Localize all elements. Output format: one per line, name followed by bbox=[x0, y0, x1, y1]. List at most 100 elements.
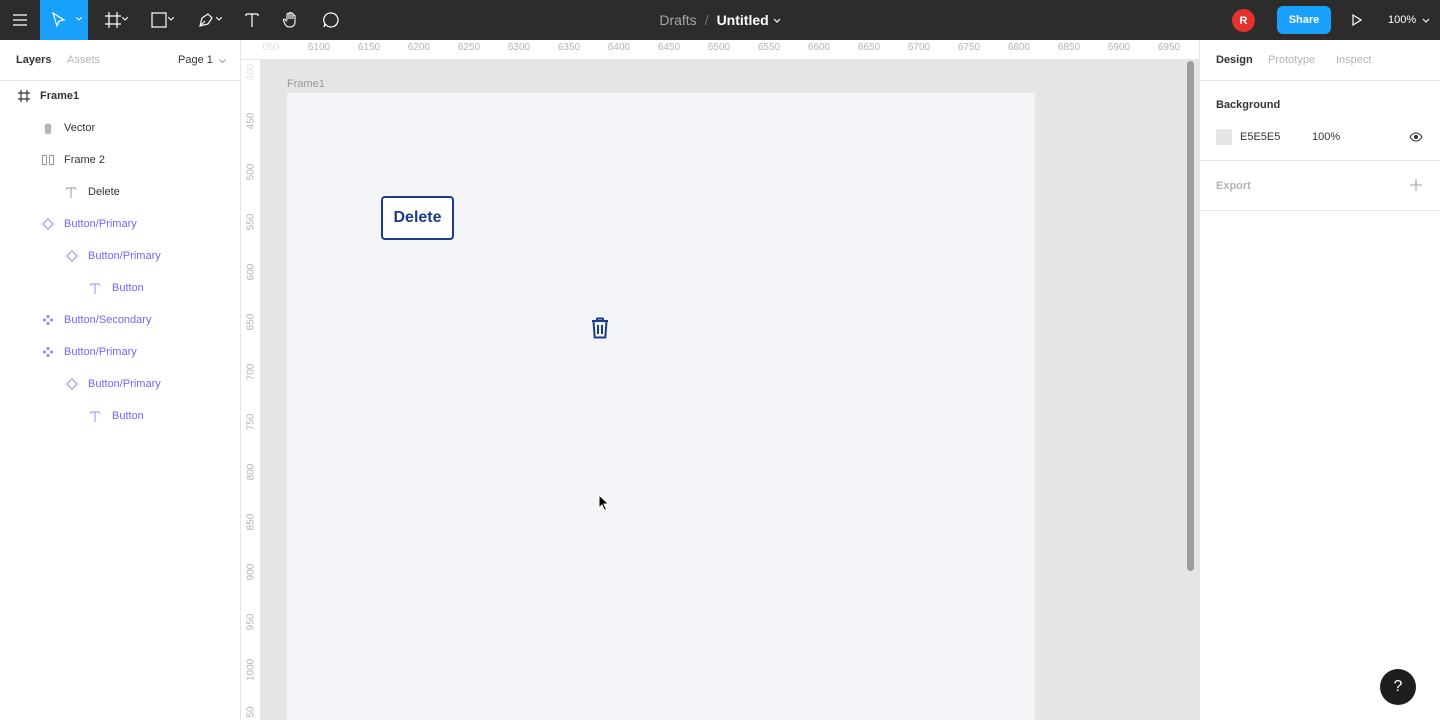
layer-name: Button/Secondary bbox=[64, 314, 152, 326]
ruler-tick: 950 bbox=[245, 613, 257, 631]
layer-name: Button bbox=[112, 282, 144, 294]
page-selector-label: Page 1 bbox=[178, 54, 213, 66]
left-panel-tabs: Layers Assets Page 1 bbox=[0, 40, 240, 81]
text-tool-icon bbox=[245, 13, 259, 27]
layer-row[interactable]: Vector bbox=[0, 112, 240, 144]
present-icon bbox=[1352, 14, 1362, 26]
ruler-tick: 700 bbox=[245, 363, 257, 381]
ruler-tick: 6800 bbox=[1007, 42, 1031, 53]
ruler-tick: 6100 bbox=[307, 42, 331, 53]
layer-row[interactable]: Button/Primary bbox=[0, 336, 240, 368]
layer-row[interactable]: Button/Secondary bbox=[0, 304, 240, 336]
ruler-tick: 6350 bbox=[557, 42, 581, 53]
background-opacity-field[interactable]: 100% bbox=[1312, 131, 1340, 143]
ruler-tick: 050 bbox=[262, 42, 280, 53]
move-tool-button[interactable] bbox=[40, 0, 88, 40]
auto-layout-icon bbox=[40, 152, 56, 168]
export-title: Export bbox=[1216, 180, 1251, 192]
file-name[interactable]: Untitled bbox=[717, 12, 769, 28]
rectangle-tool-button[interactable] bbox=[146, 0, 180, 40]
tab-inspect[interactable]: Inspect bbox=[1336, 54, 1371, 66]
comment-tool-button[interactable] bbox=[318, 0, 344, 40]
menu-icon bbox=[13, 14, 27, 26]
top-toolbar: Drafts / Untitled R Share 100% bbox=[0, 0, 1440, 40]
ruler-horizontal: 050 6100 6150 6200 6250 6300 6350 6400 6… bbox=[241, 40, 1199, 60]
ruler-tick: 50 bbox=[245, 706, 257, 718]
ruler-tick: 6450 bbox=[657, 42, 681, 53]
help-button[interactable]: ? bbox=[1380, 669, 1416, 705]
ruler-tick: 6200 bbox=[407, 42, 431, 53]
layer-row[interactable]: Button/Primary bbox=[0, 240, 240, 272]
ruler-tick: 600 bbox=[245, 263, 257, 281]
eye-icon[interactable] bbox=[1409, 130, 1423, 144]
avatar[interactable]: R bbox=[1232, 9, 1255, 32]
pen-tool-button[interactable] bbox=[192, 0, 228, 40]
frame-icon bbox=[16, 88, 32, 104]
background-color-swatch[interactable] bbox=[1216, 129, 1232, 145]
frame-tool-icon bbox=[105, 12, 121, 28]
layer-name: Button/Primary bbox=[88, 250, 161, 262]
tab-design[interactable]: Design bbox=[1216, 54, 1253, 66]
instance-icon bbox=[64, 376, 80, 392]
ruler-tick: 6150 bbox=[357, 42, 381, 53]
ruler-tick: 6500 bbox=[707, 42, 731, 53]
component-icon bbox=[40, 344, 56, 360]
page-selector[interactable]: Page 1 bbox=[178, 54, 226, 66]
ruler-tick: 6850 bbox=[1057, 42, 1081, 53]
delete-button[interactable]: Delete bbox=[381, 196, 454, 240]
layer-row[interactable]: Button/Primary bbox=[0, 368, 240, 400]
text-layer-icon bbox=[87, 280, 103, 296]
ruler-tick: 800 bbox=[245, 463, 257, 481]
instance-icon bbox=[64, 248, 80, 264]
ruler-tick: 6950 bbox=[1157, 42, 1181, 53]
layer-name: Delete bbox=[88, 186, 120, 198]
ruler-tick: 6700 bbox=[907, 42, 931, 53]
zoom-dropdown[interactable]: 100% bbox=[1378, 0, 1440, 40]
layer-row[interactable]: Button/Primary bbox=[0, 208, 240, 240]
text-layer-icon bbox=[63, 184, 79, 200]
layer-row[interactable]: Button bbox=[0, 400, 240, 432]
tab-layers[interactable]: Layers bbox=[16, 54, 51, 66]
layers-panel: Layers Assets Page 1 Frame1 Vector Frame… bbox=[0, 40, 241, 720]
chevron-down-icon[interactable] bbox=[773, 18, 781, 23]
ruler-tick: 850 bbox=[245, 513, 257, 531]
plus-icon[interactable] bbox=[1410, 179, 1422, 191]
present-button[interactable] bbox=[1345, 0, 1369, 40]
chevron-down-icon bbox=[1422, 18, 1430, 23]
frame-label[interactable]: Frame1 bbox=[287, 78, 325, 90]
layer-row[interactable]: Delete bbox=[0, 176, 240, 208]
trash-icon[interactable] bbox=[589, 316, 611, 340]
cursor-icon bbox=[598, 494, 610, 512]
canvas-scrollbar[interactable] bbox=[1187, 61, 1194, 571]
ruler-tick: 6300 bbox=[507, 42, 531, 53]
breadcrumb-drafts[interactable]: Drafts bbox=[659, 12, 696, 28]
tab-assets[interactable]: Assets bbox=[67, 54, 100, 66]
ruler-tick: 900 bbox=[245, 563, 257, 581]
layer-row[interactable]: Frame 2 bbox=[0, 144, 240, 176]
chevron-down-icon bbox=[219, 59, 226, 64]
rectangle-tool-icon bbox=[151, 12, 167, 28]
ruler-tick: 1000 bbox=[245, 658, 257, 681]
frame1[interactable] bbox=[287, 93, 1035, 720]
background-hex-field[interactable]: E5E5E5 bbox=[1240, 131, 1280, 143]
layer-row[interactable]: Frame1 bbox=[0, 80, 240, 112]
ruler-tick: 6900 bbox=[1107, 42, 1131, 53]
ruler-tick: 6550 bbox=[757, 42, 781, 53]
layer-name: Button/Primary bbox=[88, 378, 161, 390]
hand-tool-button[interactable] bbox=[278, 0, 304, 40]
frame-tool-button[interactable] bbox=[100, 0, 134, 40]
text-tool-button[interactable] bbox=[240, 0, 264, 40]
component-icon bbox=[40, 312, 56, 328]
ruler-tick: 750 bbox=[245, 413, 257, 431]
share-button[interactable]: Share bbox=[1277, 6, 1331, 34]
layer-row[interactable]: Button bbox=[0, 272, 240, 304]
ruler-tick: 6400 bbox=[607, 42, 631, 53]
breadcrumb-separator: / bbox=[704, 12, 709, 28]
text-layer-icon bbox=[87, 408, 103, 424]
move-tool-icon bbox=[52, 12, 66, 28]
tab-prototype[interactable]: Prototype bbox=[1268, 54, 1315, 66]
chevron-down-icon bbox=[216, 17, 222, 21]
menu-button[interactable] bbox=[0, 0, 40, 40]
pen-tool-icon bbox=[199, 13, 213, 27]
properties-panel: Design Prototype Inspect Background E5E5… bbox=[1199, 40, 1440, 720]
